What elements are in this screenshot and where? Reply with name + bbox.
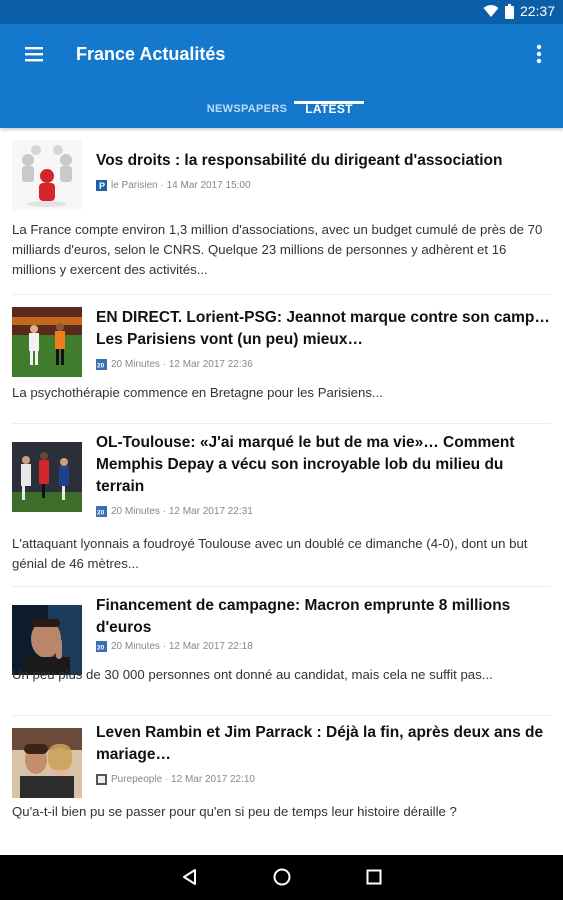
article-date: 12 Mar 2017 22:18 xyxy=(168,641,253,652)
app-bar: France Actualités NEWSPAPERS LATEST xyxy=(0,24,563,128)
svg-text:20: 20 xyxy=(97,363,105,370)
article-thumbnail xyxy=(12,442,82,512)
article-title[interactable]: Leven Rambin et Jim Parrack : Déjà la fi… xyxy=(96,722,551,766)
svg-text:20: 20 xyxy=(97,645,105,652)
20-minutes-icon: 20 xyxy=(96,641,107,652)
tab-newspapers[interactable]: NEWSPAPERS xyxy=(200,90,294,128)
source-name: le Parisien xyxy=(111,180,158,191)
source-separator: · xyxy=(159,506,169,517)
svg-text:P: P xyxy=(99,181,105,191)
article-item[interactable]: Vos droits : la responsabilité du dirige… xyxy=(12,128,551,295)
article-summary: La psychothérapie commence en Bretagne p… xyxy=(12,385,383,400)
app-title: France Actualités xyxy=(76,44,226,64)
article-source: P le Parisien · 14 Mar 2017 15:00 xyxy=(96,180,251,191)
article-item[interactable]: Financement de campagne: Macron emprunte… xyxy=(12,587,551,716)
article-date: 14 Mar 2017 15:00 xyxy=(166,180,251,191)
20-minutes-icon: 20 xyxy=(96,506,107,517)
active-tab-indicator xyxy=(294,101,364,104)
recents-button[interactable] xyxy=(354,861,394,893)
tab-latest[interactable]: LATEST xyxy=(294,90,364,128)
overflow-menu-button[interactable] xyxy=(527,38,551,70)
source-name: 20 Minutes xyxy=(111,359,160,370)
news-feed[interactable]: Vos droits : la responsabilité du dirige… xyxy=(0,128,563,855)
wifi-icon xyxy=(483,4,499,18)
battery-icon xyxy=(504,3,514,19)
source-separator: · xyxy=(162,774,172,785)
back-button[interactable] xyxy=(170,861,210,893)
home-button[interactable] xyxy=(262,861,302,893)
recents-icon xyxy=(366,869,382,885)
article-date: 12 Mar 2017 22:36 xyxy=(168,359,253,370)
purepeople-icon xyxy=(96,774,107,785)
article-item[interactable]: OL-Toulouse: «J'ai marqué le but de ma v… xyxy=(12,424,551,587)
source-name: 20 Minutes xyxy=(111,641,160,652)
le-parisien-icon: P xyxy=(96,180,107,191)
article-source: 20 20 Minutes · 12 Mar 2017 22:31 xyxy=(96,506,253,517)
20-minutes-icon: 20 xyxy=(96,359,107,370)
source-separator: · xyxy=(159,641,169,652)
more-vert-icon xyxy=(536,44,542,64)
article-title[interactable]: OL-Toulouse: «J'ai marqué le but de ma v… xyxy=(96,432,551,498)
article-summary: Un peu plus de 30 000 personnes ont donn… xyxy=(12,667,493,682)
tab-bar: NEWSPAPERS LATEST xyxy=(0,90,563,128)
article-title[interactable]: EN DIRECT. Lorient-PSG: Jeannot marque c… xyxy=(96,307,551,351)
article-source: 20 20 Minutes · 12 Mar 2017 22:36 xyxy=(96,359,253,370)
article-date: 12 Mar 2017 22:31 xyxy=(168,506,253,517)
source-separator: · xyxy=(157,180,167,191)
article-item[interactable]: EN DIRECT. Lorient-PSG: Jeannot marque c… xyxy=(12,295,551,424)
system-nav-bar xyxy=(0,855,563,900)
svg-text:20: 20 xyxy=(97,510,105,517)
article-source: 20 20 Minutes · 12 Mar 2017 22:18 xyxy=(96,641,253,652)
article-thumbnail xyxy=(12,307,82,377)
article-date: 12 Mar 2017 22:10 xyxy=(171,774,255,785)
article-title[interactable]: Financement de campagne: Macron emprunte… xyxy=(96,595,551,639)
article-thumbnail xyxy=(12,140,82,210)
menu-button[interactable] xyxy=(16,38,52,70)
article-thumbnail xyxy=(12,728,82,798)
article-source: Purepeople · 12 Mar 2017 22:10 xyxy=(96,774,255,785)
article-item[interactable]: Leven Rambin et Jim Parrack : Déjà la fi… xyxy=(12,716,551,846)
article-summary: La France compte environ 1,3 million d'a… xyxy=(12,222,543,277)
status-bar: 22:37 xyxy=(0,0,563,24)
source-separator: · xyxy=(159,359,169,370)
article-title[interactable]: Vos droits : la responsabilité du dirige… xyxy=(96,150,551,172)
status-time: 22:37 xyxy=(519,3,555,19)
back-icon xyxy=(183,869,196,885)
article-summary: L'attaquant lyonnais a foudroyé Toulouse… xyxy=(12,536,528,571)
status-icons: 22:37 xyxy=(483,3,555,19)
article-summary: Qu'a-t-il bien pu se passer pour qu'en s… xyxy=(12,804,457,819)
source-name: Purepeople xyxy=(111,774,163,785)
home-icon xyxy=(273,868,291,886)
source-name: 20 Minutes xyxy=(111,506,160,517)
menu-icon xyxy=(25,47,43,62)
